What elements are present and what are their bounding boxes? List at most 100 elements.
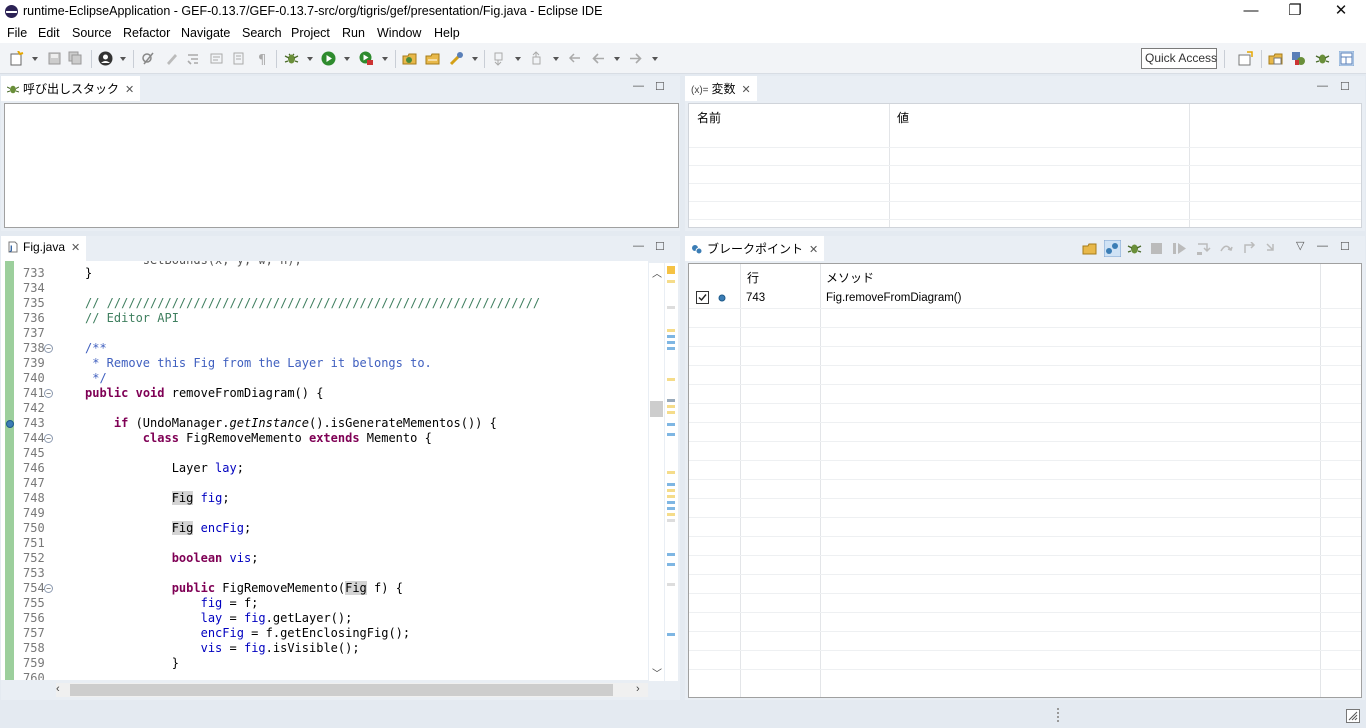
maximize-view-icon[interactable]: ☐ <box>1340 80 1350 93</box>
code-line[interactable]: 757 encFig = f.getEnclosingFig(); <box>1 626 648 641</box>
menu-refactor[interactable]: Refactor <box>123 26 170 40</box>
minimize-button[interactable]: — <box>1228 0 1274 23</box>
fold-collapse-icon[interactable]: − <box>44 344 53 353</box>
minimize-view-icon[interactable]: — <box>1317 240 1328 252</box>
step-return-icon[interactable] <box>1242 242 1257 255</box>
last-edit-location-icon[interactable] <box>567 51 582 66</box>
back-dropdown-icon[interactable] <box>614 57 620 61</box>
close-tab-icon[interactable]: ✕ <box>71 241 80 254</box>
open-perspective-icon[interactable] <box>1238 51 1253 66</box>
column-value-header[interactable]: 値 <box>897 109 909 126</box>
run-external-icon[interactable] <box>359 51 374 66</box>
horizontal-scroll-thumb[interactable] <box>70 684 613 696</box>
callstack-content[interactable] <box>4 103 679 228</box>
scroll-up-icon[interactable]: ︿ <box>652 265 662 280</box>
code-line[interactable]: 743 if (UndoManager.getInstance().isGene… <box>1 416 648 431</box>
scroll-right-icon[interactable]: › <box>636 683 640 695</box>
code-line[interactable]: 750 Fig encFig; <box>1 521 648 536</box>
progress-icon[interactable] <box>1346 709 1360 723</box>
debug-icon[interactable] <box>284 51 299 66</box>
fold-collapse-icon[interactable]: − <box>44 584 53 593</box>
close-tab-icon[interactable]: ✕ <box>125 83 134 96</box>
java-perspective-icon[interactable] <box>1291 51 1306 66</box>
forward-dropdown-icon[interactable] <box>652 57 658 61</box>
minimize-view-icon[interactable]: — <box>1317 80 1328 92</box>
menu-source[interactable]: Source <box>72 26 112 40</box>
editor-horizontal-scrollbar[interactable]: ‹ › <box>56 683 648 697</box>
code-line[interactable]: 735 // //////////////////////////////////… <box>1 296 648 311</box>
code-line[interactable]: 746 Layer lay; <box>1 461 648 476</box>
minimize-view-icon[interactable]: — <box>633 240 644 252</box>
breakpoint-enabled-checkbox[interactable] <box>696 291 709 304</box>
code-line[interactable]: 739 * Remove this Fig from the Layer it … <box>1 356 648 371</box>
link-with-debug-view-icon[interactable] <box>1104 240 1121 257</box>
new-dropdown-icon[interactable] <box>32 57 38 61</box>
fold-collapse-icon[interactable]: − <box>44 389 53 398</box>
editor-vertical-scrollbar[interactable]: ︿ ﹀ <box>649 263 664 681</box>
tab-callstack[interactable]: 呼び出しスタック ✕ <box>1 76 141 101</box>
step-over-icon[interactable] <box>1219 242 1234 255</box>
quick-access-input[interactable]: Quick Access <box>1141 48 1217 69</box>
breakpoint-marker-icon[interactable] <box>5 419 15 429</box>
maximize-view-icon[interactable]: ☐ <box>1340 240 1350 253</box>
word-wrap-icon[interactable] <box>231 51 246 66</box>
run-icon[interactable] <box>321 51 336 66</box>
breakpoints-table[interactable]: 行 メソッド 743 Fig.removeFromDiagram() <box>688 263 1362 698</box>
minimize-view-icon[interactable]: — <box>633 80 644 92</box>
save-icon[interactable] <box>47 51 62 66</box>
code-line[interactable]: 738−/** <box>1 341 648 356</box>
menu-navigate[interactable]: Navigate <box>181 26 230 40</box>
drop-to-frame-icon[interactable] <box>1265 242 1280 255</box>
menu-search[interactable]: Search <box>242 26 282 40</box>
code-line[interactable]: 745 <box>1 446 648 461</box>
toggle-block-icon[interactable] <box>209 51 224 66</box>
code-line[interactable]: 752 boolean vis; <box>1 551 648 566</box>
resume-icon[interactable] <box>1172 242 1187 255</box>
code-line[interactable]: 760 <box>1 671 648 680</box>
open-breakpoint-folder-icon[interactable] <box>1082 241 1097 256</box>
run-dropdown-icon[interactable] <box>344 57 350 61</box>
menu-window[interactable]: Window <box>377 26 421 40</box>
previous-annotation-icon[interactable] <box>530 51 545 66</box>
back-icon[interactable] <box>591 51 606 66</box>
code-line[interactable]: 753 <box>1 566 648 581</box>
column-line-header[interactable]: 行 <box>747 269 759 286</box>
previous-annotation-dropdown-icon[interactable] <box>553 57 559 61</box>
java-browsing-perspective-icon[interactable] <box>1339 51 1354 66</box>
close-tab-icon[interactable]: ✕ <box>742 83 751 96</box>
close-window-button[interactable]: ✕ <box>1318 0 1364 23</box>
close-tab-icon[interactable]: ✕ <box>809 243 818 256</box>
step-into-icon[interactable] <box>1196 242 1211 255</box>
code-line[interactable]: 759 } <box>1 656 648 671</box>
edit-disabled-icon[interactable] <box>164 51 179 66</box>
open-task-icon[interactable] <box>449 51 464 66</box>
profile-icon[interactable] <box>98 51 113 66</box>
code-line[interactable]: 755 fig = f; <box>1 596 648 611</box>
show-whitespace-icon[interactable]: ¶ <box>255 51 270 66</box>
save-all-icon[interactable] <box>68 51 83 66</box>
code-line[interactable]: 736 // Editor API <box>1 311 648 326</box>
next-annotation-icon[interactable] <box>492 51 507 66</box>
code-line[interactable]: 744− class FigRemoveMemento extends Meme… <box>1 431 648 446</box>
maximize-view-icon[interactable]: ☐ <box>655 80 665 93</box>
code-line[interactable]: 733} <box>1 266 648 281</box>
open-folder-icon[interactable] <box>425 51 440 66</box>
next-annotation-dropdown-icon[interactable] <box>515 57 521 61</box>
menu-edit[interactable]: Edit <box>38 26 60 40</box>
new-package-icon[interactable] <box>402 51 417 66</box>
debug-dropdown-icon[interactable] <box>307 57 313 61</box>
terminate-icon[interactable] <box>1150 242 1163 255</box>
menu-file[interactable]: File <box>7 26 27 40</box>
use-step-filters-icon[interactable] <box>186 51 201 66</box>
code-line[interactable]: 754− public FigRemoveMemento(Fig f) { <box>1 581 648 596</box>
maximize-view-icon[interactable]: ☐ <box>655 240 665 253</box>
task-dropdown-icon[interactable] <box>472 57 478 61</box>
breakpoint-method[interactable]: Fig.removeFromDiagram() <box>826 292 961 304</box>
forward-icon[interactable] <box>628 51 643 66</box>
fold-collapse-icon[interactable]: − <box>44 434 53 443</box>
scroll-down-icon[interactable]: ﹀ <box>652 665 662 680</box>
menu-help[interactable]: Help <box>434 26 460 40</box>
tab-variables[interactable]: (x)= 変数 ✕ <box>685 76 757 101</box>
code-line[interactable]: 742 <box>1 401 648 416</box>
code-line[interactable]: 747 <box>1 476 648 491</box>
